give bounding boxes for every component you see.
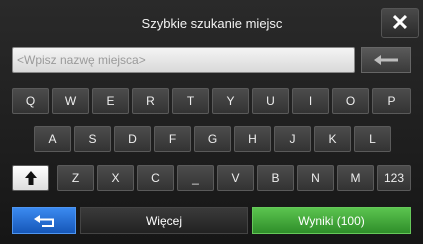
key-k[interactable]: K <box>314 126 351 152</box>
key-u[interactable]: U <box>252 88 289 114</box>
screen-title: Szybkie szukanie miejsc <box>141 16 283 31</box>
backspace-arrow-icon <box>374 55 398 65</box>
key-a[interactable]: A <box>34 126 71 152</box>
key-m[interactable]: M <box>337 165 374 191</box>
key-p[interactable]: P <box>372 88 411 114</box>
key-i[interactable]: I <box>292 88 329 114</box>
key-q[interactable]: Q <box>12 88 49 114</box>
key-r[interactable]: R <box>132 88 169 114</box>
key-g[interactable]: G <box>194 126 231 152</box>
close-button[interactable]: ✕ <box>381 8 419 38</box>
key-c[interactable]: C <box>137 165 174 191</box>
backspace-button[interactable] <box>361 47 411 73</box>
back-arrow-icon <box>34 215 54 227</box>
key-o[interactable]: O <box>332 88 369 114</box>
key-n[interactable]: N <box>297 165 334 191</box>
more-button[interactable]: Więcej <box>80 207 248 234</box>
key-t[interactable]: T <box>172 88 209 114</box>
numeric-keys-button[interactable]: 123 <box>377 165 411 191</box>
results-button[interactable]: Wyniki (100) <box>252 207 411 234</box>
key-space[interactable]: _ <box>177 165 214 191</box>
key-b[interactable]: B <box>257 165 294 191</box>
key-l[interactable]: L <box>354 126 391 152</box>
key-d[interactable]: D <box>114 126 151 152</box>
close-icon: ✕ <box>390 10 410 35</box>
key-h[interactable]: H <box>234 126 271 152</box>
shift-button[interactable] <box>12 165 49 191</box>
place-name-input[interactable] <box>17 48 354 72</box>
key-w[interactable]: W <box>52 88 89 114</box>
key-y[interactable]: Y <box>212 88 249 114</box>
key-f[interactable]: F <box>154 126 191 152</box>
key-j[interactable]: J <box>274 126 311 152</box>
key-v[interactable]: V <box>217 165 254 191</box>
key-x[interactable]: X <box>97 165 134 191</box>
search-field[interactable] <box>12 47 355 73</box>
shift-arrow-up-icon <box>24 171 37 185</box>
key-e[interactable]: E <box>92 88 129 114</box>
back-button[interactable] <box>12 207 76 234</box>
key-s[interactable]: S <box>74 126 111 152</box>
key-z[interactable]: Z <box>57 165 94 191</box>
